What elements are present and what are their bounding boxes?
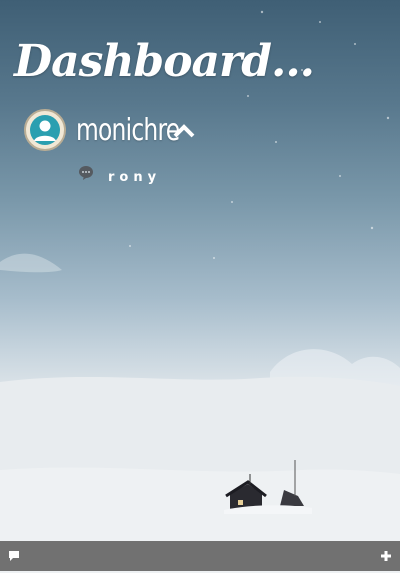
chevron-up-icon[interactable] xyxy=(172,121,196,141)
user-avatar-icon[interactable] xyxy=(24,109,66,151)
chat-bubble-icon xyxy=(79,165,93,180)
chevron-up-glyph xyxy=(173,124,195,138)
secondary-user-row: rony xyxy=(78,160,161,185)
page-title: Dashboard... xyxy=(14,36,315,87)
plus-icon xyxy=(381,551,391,561)
bottom-toolbar xyxy=(0,541,400,571)
username: monichre xyxy=(76,112,180,148)
comment-icon xyxy=(9,551,19,561)
secondary-username: rony xyxy=(108,170,162,185)
dashboard-screen: Dashboard... monichre rony xyxy=(0,0,400,573)
comment-button[interactable] xyxy=(0,541,28,571)
add-button[interactable] xyxy=(372,541,400,571)
avatar-graphic xyxy=(30,115,60,145)
